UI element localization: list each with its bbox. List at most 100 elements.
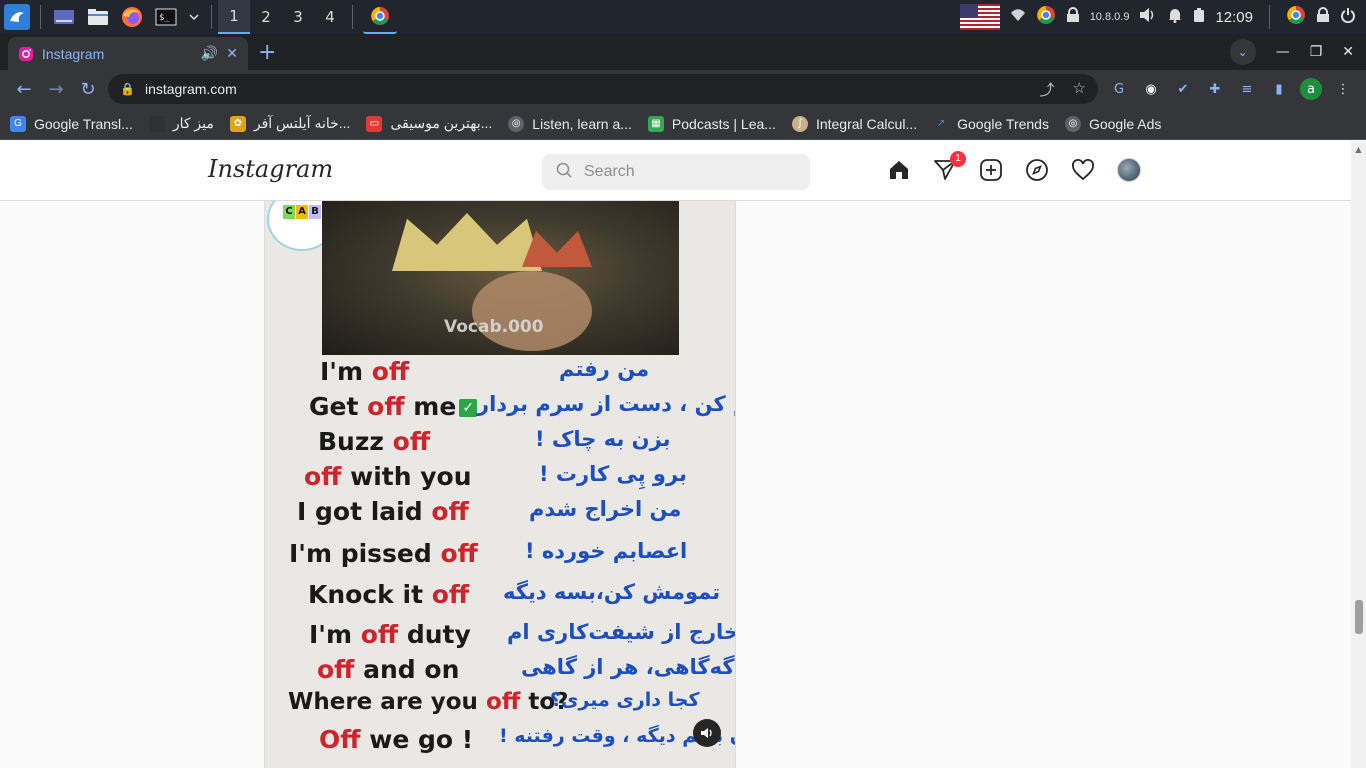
post-media[interactable]: C A B Vocab.000 I'm off من رفتم Get off …: [264, 201, 736, 768]
network-icon[interactable]: [1010, 7, 1026, 27]
taskbar-separator: [352, 5, 353, 29]
maximize-button[interactable]: ❐: [1310, 44, 1323, 60]
english-phrase: off and on: [317, 655, 460, 684]
chrome-task-icon[interactable]: [363, 0, 397, 34]
english-phrase: Off we go !: [319, 725, 474, 754]
puzzle-extensions-icon[interactable]: ✚: [1204, 78, 1226, 100]
back-button[interactable]: ←: [8, 79, 40, 100]
minimize-button[interactable]: —: [1276, 44, 1290, 60]
new-tab-button[interactable]: +: [258, 40, 276, 65]
tab-close-icon[interactable]: ✕: [226, 45, 238, 62]
us-flag-icon[interactable]: [959, 4, 1000, 30]
workspace-4[interactable]: 4: [314, 0, 346, 34]
cab-letters: C A B: [283, 205, 321, 219]
firefox-icon[interactable]: [119, 4, 145, 30]
paper-crown-shape: [392, 213, 542, 271]
file-manager-icon[interactable]: [85, 4, 111, 30]
english-phrase: Knock it off: [308, 580, 470, 609]
vpn-ip-label: 10.8.0.9: [1089, 11, 1130, 23]
vpn-icon[interactable]: [1066, 7, 1080, 27]
url-text[interactable]: instagram.com: [145, 81, 237, 97]
integral-icon: ∫: [791, 115, 808, 132]
audio-toggle-button[interactable]: [693, 719, 721, 747]
scroll-up-icon[interactable]: ▲: [1354, 145, 1363, 154]
instagram-nav: 1: [886, 151, 1142, 183]
share-icon[interactable]: ⤴: [1040, 79, 1055, 100]
english-phrase: Get off me ✓: [309, 392, 478, 421]
workspace-3[interactable]: 3: [282, 0, 314, 34]
search-icon: [556, 162, 572, 182]
persian-translation: تمومش کن،بسه دیگه: [503, 580, 721, 604]
browser-toolbar: ← → ↻ 🔒 instagram.com ⤴ ☆ G ◉ ✔ ✚ ≡ ▮ a …: [0, 70, 1366, 108]
close-window-button[interactable]: ✕: [1342, 44, 1354, 60]
notification-bell-icon[interactable]: [1167, 7, 1183, 27]
workspace-1[interactable]: 1: [218, 0, 250, 34]
persian-translation: گه‌گاهی، هر از گاهی: [521, 655, 735, 679]
instagram-header: Instagram Search 1: [0, 141, 1351, 201]
profile-avatar[interactable]: a: [1300, 78, 1322, 100]
address-bar[interactable]: 🔒 instagram.com ⤴ ☆: [108, 74, 1098, 104]
clock[interactable]: 12:09: [1215, 9, 1253, 26]
extensions-bar: G ◉ ✔ ✚ ≡ ▮ a ⋮: [1108, 78, 1354, 100]
scrollbar-thumb[interactable]: [1355, 600, 1363, 634]
chrome-launcher-icon[interactable]: [1286, 5, 1306, 29]
power-icon[interactable]: [1340, 7, 1356, 27]
persian-translation: وِلَم کن ، دست از سرم بردار: [477, 392, 735, 416]
taskbar-separator: [1269, 5, 1270, 29]
check-mark-icon: ✓: [459, 399, 478, 417]
paper-crown-shape: [522, 231, 592, 267]
persian-translation: من اخراج شدم: [529, 497, 682, 521]
tab-search-button[interactable]: ⌄: [1229, 39, 1256, 65]
bookmark-listen-learn[interactable]: ◎ Listen, learn a...: [508, 115, 632, 132]
direct-messages-icon[interactable]: 1: [932, 151, 966, 183]
new-post-icon[interactable]: [978, 157, 1004, 183]
folder-icon: [148, 115, 165, 132]
window-controls: ⌄ — ❐ ✕: [1229, 34, 1366, 70]
page-scrollbar[interactable]: ▲: [1351, 141, 1366, 768]
instagram-favicon-icon: [19, 46, 33, 61]
svg-text:$_: $_: [159, 13, 170, 23]
reload-button[interactable]: ↻: [72, 79, 104, 100]
media-queue-icon[interactable]: ≡: [1236, 78, 1258, 100]
bookmark-google-translate[interactable]: G Google Transl...: [10, 115, 133, 132]
search-input[interactable]: Search: [542, 154, 810, 190]
bookmark-desktop[interactable]: میز کار: [148, 115, 214, 132]
home-icon[interactable]: [886, 157, 912, 183]
tab-instagram[interactable]: Instagram 🔊 ✕: [8, 37, 248, 70]
bookmark-google-trends[interactable]: ↗ Google Trends: [933, 116, 1049, 132]
bookmark-google-ads[interactable]: ◎ Google Ads: [1064, 115, 1161, 132]
bookmark-star-icon[interactable]: ☆: [1073, 79, 1086, 100]
workspace-2[interactable]: 2: [250, 0, 282, 34]
forward-button[interactable]: →: [40, 79, 72, 100]
english-phrase: I'm off duty: [309, 620, 471, 649]
terminal-icon[interactable]: $_: [153, 4, 179, 30]
speaker-icon: [701, 728, 712, 738]
instagram-logo[interactable]: Instagram: [208, 155, 333, 183]
taskbar-separator: [40, 5, 41, 29]
persian-translation: اعصابم خورده !: [525, 539, 688, 563]
volume-icon[interactable]: [1139, 7, 1157, 27]
lock-icon[interactable]: 🔒: [120, 82, 135, 96]
side-panel-icon[interactable]: ▮: [1268, 78, 1290, 100]
browser-menu-icon[interactable]: ⋮: [1332, 78, 1354, 100]
activity-heart-icon[interactable]: [1070, 157, 1096, 183]
check-extension-icon[interactable]: ✔: [1172, 78, 1194, 100]
bookmark-ielts-home[interactable]: ✿ خانه آیلتس آفر...: [229, 115, 350, 132]
grammarly-extension-icon[interactable]: ◉: [1140, 78, 1162, 100]
english-phrase: I got laid off: [297, 497, 469, 526]
battery-icon[interactable]: [1193, 7, 1205, 27]
bookmark-podcasts[interactable]: ▦ Podcasts | Lea...: [647, 115, 776, 132]
translate-extension-icon[interactable]: G: [1108, 78, 1130, 100]
lock-screen-icon[interactable]: [1316, 7, 1330, 27]
bookmark-best-music[interactable]: ▭ بهترین موسیقی...: [366, 115, 492, 132]
phrase-row: I got laid off من اخراج شدم: [265, 497, 735, 533]
chevron-down-icon[interactable]: [187, 4, 201, 30]
bookmark-integral-calculator[interactable]: ∫ Integral Calcul...: [791, 115, 917, 132]
chrome-tray-icon[interactable]: [1036, 5, 1056, 29]
desktop-icon[interactable]: [51, 4, 77, 30]
tab-audio-icon[interactable]: 🔊: [201, 45, 218, 62]
app-menu-icon[interactable]: [4, 4, 30, 30]
tab-title: Instagram: [42, 45, 105, 62]
profile-avatar-icon[interactable]: [1116, 157, 1142, 183]
explore-compass-icon[interactable]: [1024, 157, 1050, 183]
